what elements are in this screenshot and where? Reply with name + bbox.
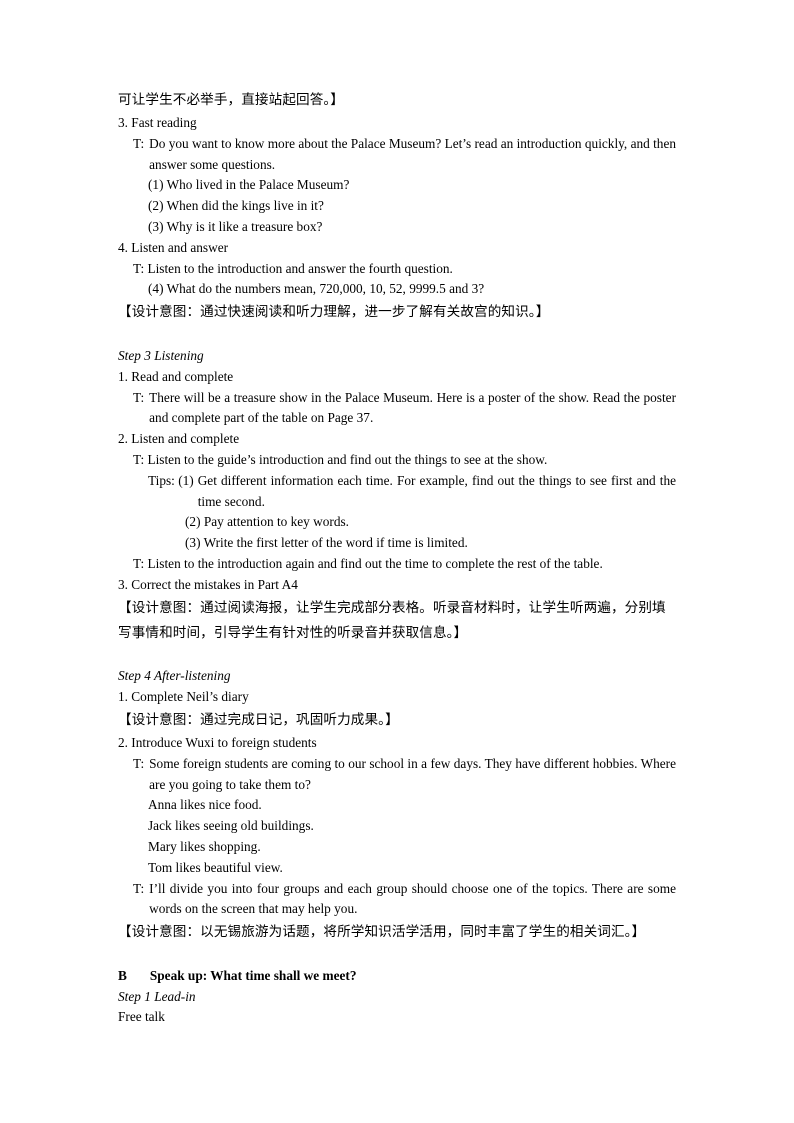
design-intent-note-1: 【设计意图：通过快速阅读和听力理解，进一步了解有关故宫的知识。】 [118,304,550,321]
tips-marker: Tips: (1) [148,472,194,488]
teacher-marker: T: [133,880,145,896]
lesson-plan-body: 可让学生不必举手，直接站起回答。】 3. Fast reading T: Do … [118,88,676,1028]
step-heading-after-listening: Step 4 After-listening [118,668,231,684]
teacher-line-listen-again: T: Listen to the introduction again and … [133,555,603,571]
design-intent-note-continuation: 可让学生不必举手，直接站起回答。】 [118,92,344,108]
list-item-fast-reading: 3. Fast reading [118,115,197,130]
teacher-marker: T: [133,135,145,151]
list-item-correct-mistakes: 3. Correct the mistakes in Part A4 [118,576,298,592]
free-talk-line: Free talk [118,1009,165,1025]
step-heading-lead-in: Step 1 Lead-in [118,988,196,1004]
design-intent-note-3: 【设计意图：通过完成日记，巩固听力成果。】 [118,711,399,728]
list-item-listen-and-complete: 2. Listen and complete [118,431,240,447]
teacher-marker: T: [133,755,145,771]
hobby-line-mary: Mary likes shopping. [148,838,261,854]
question-item-3: (3) Why is it like a treasure box? [148,218,323,234]
tips-item-1: Tips: (1) Get different information each… [148,471,676,513]
tips-item-3: (3) Write the first letter of the word i… [185,535,468,551]
teacher-line-foreign-students: T: Some foreign students are coming to o… [133,754,676,796]
tips-item-2: (2) Pay attention to key words. [185,514,349,530]
question-item-4: (4) What do the numbers mean, 720,000, 1… [148,281,485,297]
teacher-line-fast-reading: T: Do you want to know more about the Pa… [133,134,676,176]
question-item-1: (1) Who lived in the Palace Museum? [148,177,350,193]
teacher-line-text: I’ll divide you into four groups and eac… [149,880,676,917]
step-heading-listening: Step 3 Listening [118,347,204,363]
design-intent-note-2: 【设计意图：通过阅读海报，让学生完成部分表格。听录音材料时，让学生听两遍，分别填… [118,599,666,641]
teacher-line-text: Some foreign students are coming to our … [149,755,676,792]
list-item-introduce-wuxi: 2. Introduce Wuxi to foreign students [118,734,317,750]
section-heading-b: B Speak up: What time shall we meet? [118,966,676,987]
list-item-complete-diary: 1. Complete Neil’s diary [118,689,249,705]
document-page: 可让学生不必举手，直接站起回答。】 3. Fast reading T: Do … [0,0,794,1123]
section-letter: B [118,967,127,983]
hobby-line-tom: Tom likes beautiful view. [148,859,283,875]
teacher-line-text: Do you want to know more about the Palac… [149,135,676,172]
section-title: Speak up: What time shall we meet? [149,967,357,983]
teacher-marker: T: [133,389,145,405]
hobby-line-anna: Anna likes nice food. [148,797,262,813]
teacher-line-divide-groups: T: I’ll divide you into four groups and … [133,879,676,921]
list-item-listen-and-answer: 4. Listen and answer [118,239,229,255]
design-intent-note-4: 【设计意图：以无锡旅游为话题，将所学知识活学活用，同时丰富了学生的相关词汇。】 [118,924,646,941]
teacher-line-read-and-complete: T: There will be a treasure show in the … [133,388,676,430]
question-item-2: (2) When did the kings live in it? [148,198,324,214]
teacher-line-listen-and-answer: T: Listen to the introduction and answer… [133,260,453,276]
hobby-line-jack: Jack likes seeing old buildings. [148,818,314,834]
teacher-line-text: There will be a treasure show in the Pal… [149,389,676,426]
list-item-read-and-complete: 1. Read and complete [118,368,234,384]
teacher-line-listen-and-complete: T: Listen to the guide’s introduction an… [133,451,548,467]
tips-item-1-text: Get different information each time. For… [197,472,676,509]
